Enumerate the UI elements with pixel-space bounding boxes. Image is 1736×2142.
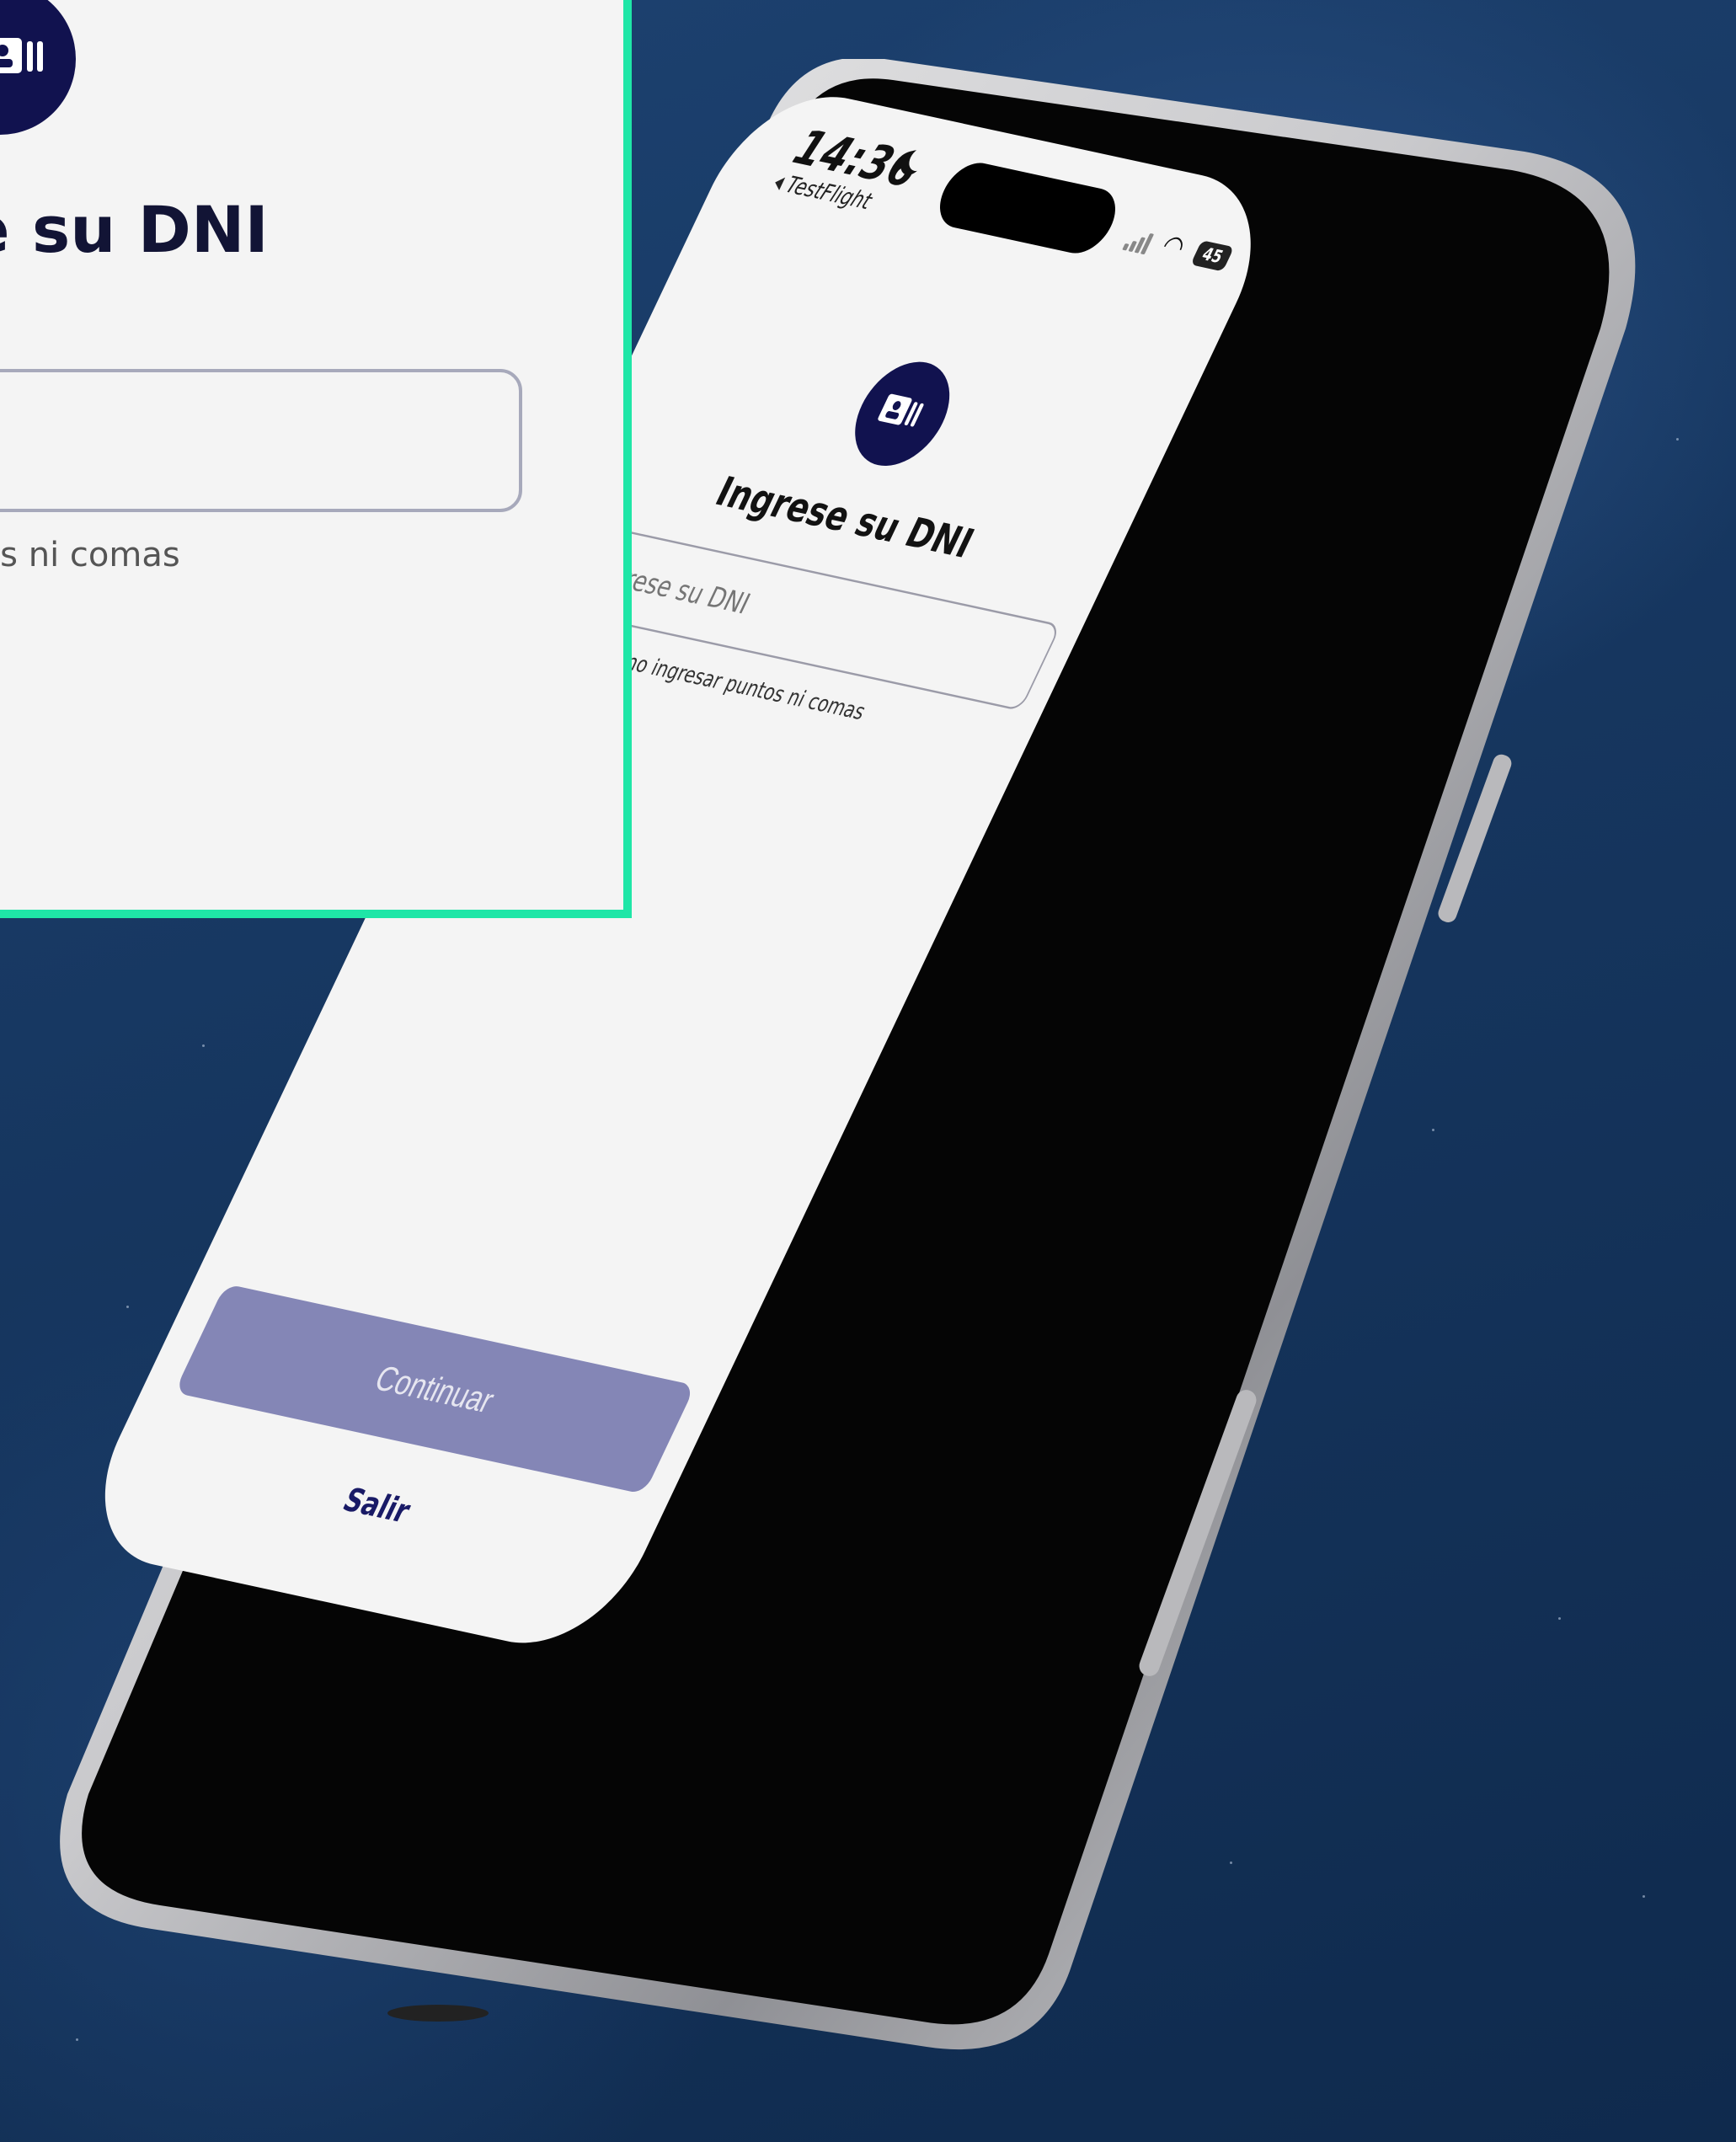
back-arrow-icon: [772, 175, 786, 190]
battery-icon: 45: [1190, 240, 1235, 272]
id-card-badge: [837, 354, 967, 474]
zoom-inset: e su DNI tos ni comas: [0, 0, 632, 918]
inset-hint: tos ni comas: [0, 536, 180, 574]
wifi-icon: ◠: [1156, 227, 1191, 265]
id-card-icon: [0, 38, 43, 73]
inset-id-card-badge: [0, 0, 76, 135]
inset-title: e su DNI: [0, 192, 269, 267]
id-card-icon: [878, 393, 924, 427]
dynamic-island: [929, 158, 1126, 259]
inset-dni-input: [0, 369, 522, 512]
signal-icon: [1122, 229, 1156, 255]
